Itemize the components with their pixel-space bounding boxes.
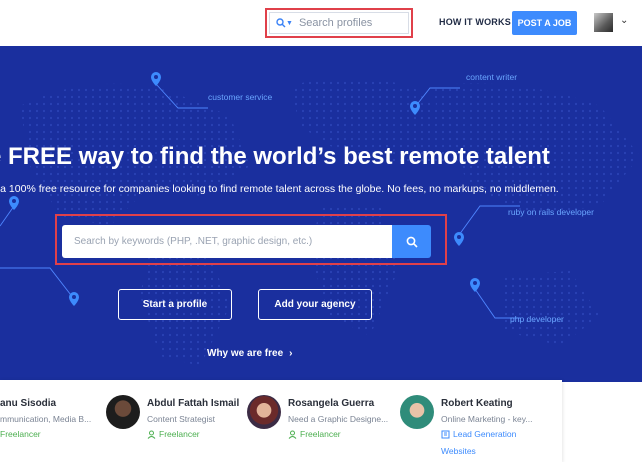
why-free-label: Why we are free: [207, 348, 284, 359]
building-icon: [441, 430, 450, 438]
freelancer-role: mmunication, Media B...: [0, 414, 92, 424]
user-icon: [288, 430, 297, 439]
keyword-search-button[interactable]: [392, 225, 431, 258]
profile-search-box[interactable]: ▼: [269, 12, 409, 34]
freelancer-role: Need a Graphic Designe...: [288, 414, 389, 424]
freelancer-role: Online Marketing - key...: [441, 414, 533, 424]
freelancer-badge: Freelancer: [0, 429, 41, 439]
chevron-down-icon[interactable]: ▼: [286, 20, 293, 27]
freelancer-name[interactable]: Abdul Fattah Ismail: [147, 398, 239, 409]
chevron-right-icon: ›: [289, 348, 293, 359]
avatar[interactable]: [106, 395, 140, 429]
user-avatar[interactable]: [594, 13, 613, 32]
keyword-search-box[interactable]: [62, 225, 392, 258]
featured-freelancers: anu Sisodia mmunication, Media B... Free…: [0, 380, 562, 462]
keyword-search-input[interactable]: [74, 236, 374, 247]
map-tag-ruby-developer: ruby on rails developer: [508, 207, 594, 217]
map-tag-php-developer: php developer: [510, 314, 564, 324]
top-navbar: ▼ HOW IT WORKS POST A JOB ⌄: [0, 0, 642, 46]
hero-section: customer service content writer ruby on …: [0, 46, 642, 382]
freelancer-name[interactable]: Robert Keating: [441, 398, 513, 409]
how-it-works-link[interactable]: HOW IT WORKS: [439, 17, 511, 27]
map-tag-customer-service: customer service: [208, 92, 273, 102]
freelancer-badge: Freelancer: [288, 429, 341, 439]
freelancer-badge: Freelancer: [147, 429, 200, 439]
freelancer-name[interactable]: Rosangela Guerra: [288, 398, 374, 409]
map-tag-content-writer: content writer: [466, 72, 518, 82]
hero-subtitle: s a 100% free resource for companies loo…: [0, 183, 559, 195]
agency-badge: Lead Generation: [441, 429, 516, 439]
add-agency-button[interactable]: Add your agency: [258, 289, 372, 320]
avatar[interactable]: [247, 395, 281, 429]
post-a-job-button[interactable]: POST A JOB: [512, 11, 577, 35]
start-profile-button[interactable]: Start a profile: [118, 289, 232, 320]
search-icon[interactable]: [276, 18, 286, 28]
chevron-down-icon[interactable]: ⌄: [620, 15, 628, 26]
search-icon: [406, 236, 418, 248]
profile-search-input[interactable]: [298, 17, 399, 29]
why-free-link[interactable]: Why we are free ›: [207, 348, 293, 359]
freelancer-name[interactable]: anu Sisodia: [0, 398, 56, 409]
avatar[interactable]: [400, 395, 434, 429]
user-icon: [147, 430, 156, 439]
agency-extra: Websites: [441, 446, 476, 456]
freelancer-role: Content Strategist: [147, 414, 216, 424]
hero-title: e FREE way to find the world’s best remo…: [0, 143, 550, 170]
profile-search-highlight: ▼: [265, 8, 413, 38]
